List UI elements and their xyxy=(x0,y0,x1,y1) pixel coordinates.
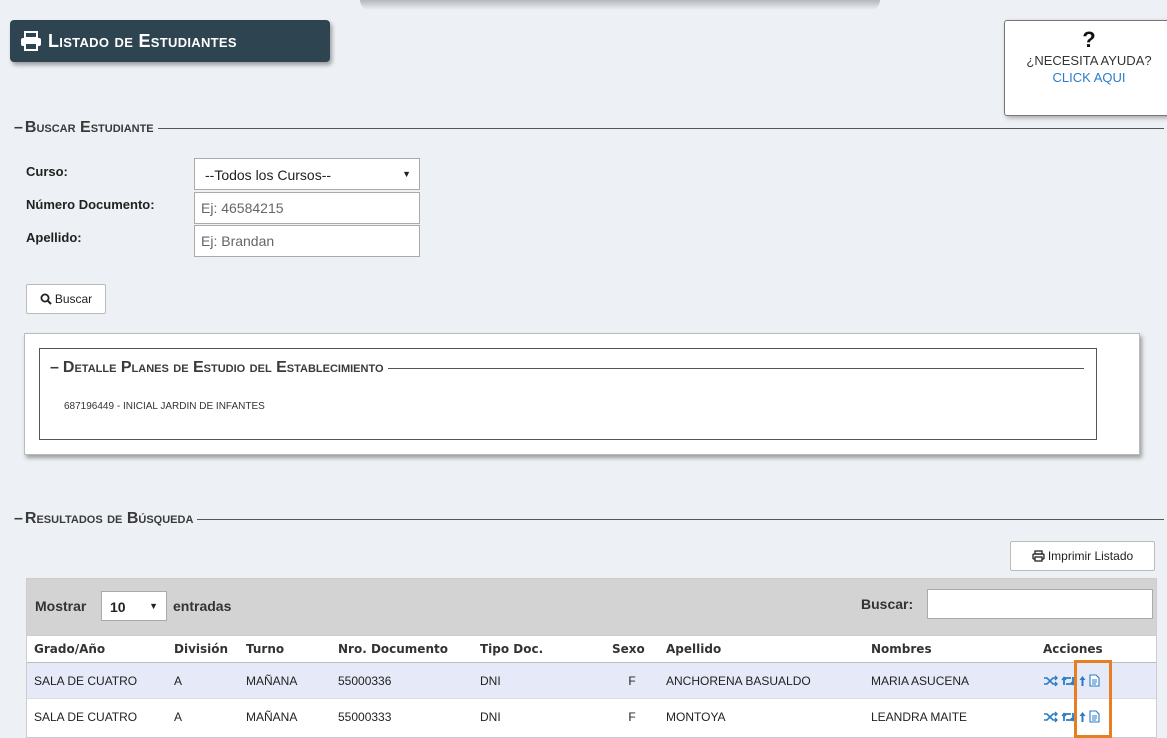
col-header-grado[interactable]: Grado/Año xyxy=(27,636,167,663)
document-icon[interactable] xyxy=(1089,710,1100,723)
cell-tipo: DNI xyxy=(473,698,605,734)
retweet-icon[interactable] xyxy=(1061,675,1076,687)
col-header-documento[interactable]: Nro. Documento xyxy=(331,636,473,663)
cell-grado: SALA DE CUATRO xyxy=(27,662,167,699)
help-question-icon: ? xyxy=(1082,27,1096,52)
cell-documento: 55000333 xyxy=(331,698,473,734)
col-header-apellido[interactable]: Apellido xyxy=(659,636,864,663)
plans-panel: – Detalle Planes de Estudio del Estableci… xyxy=(24,333,1140,455)
cell-turno: MAÑANA xyxy=(239,698,331,734)
documento-input[interactable] xyxy=(194,192,420,224)
cell-grado: SALA DE CUATRO xyxy=(27,698,167,734)
printer-icon xyxy=(20,31,42,51)
cell-division: A xyxy=(167,698,239,734)
plan-item: 687196449 - INICIAL JARDIN DE INFANTES xyxy=(64,401,265,412)
page-title-badge: Listado de Estudiantes xyxy=(10,20,330,62)
col-header-turno[interactable]: Turno xyxy=(239,636,331,663)
col-header-nombres[interactable]: Nombres xyxy=(864,636,1036,663)
arrow-up-icon[interactable] xyxy=(1079,711,1086,723)
col-header-sexo[interactable]: Sexo xyxy=(605,636,659,663)
printer-icon xyxy=(1032,550,1045,562)
top-shadow xyxy=(360,0,880,10)
entries-label: entradas xyxy=(173,598,232,614)
plans-fieldset: – Detalle Planes de Estudio del Estableci… xyxy=(39,348,1097,440)
table-search-input[interactable] xyxy=(927,589,1153,619)
cell-tipo: DNI xyxy=(473,662,605,699)
curso-select[interactable]: --Todos los Cursos-- ▼ xyxy=(194,158,420,190)
results-table-panel: Mostrar 10 ▼ entradas Buscar: Grado/Año D… xyxy=(26,578,1157,738)
apellido-label: Apellido: xyxy=(26,230,82,245)
cell-acciones xyxy=(1036,662,1156,699)
retweet-icon[interactable] xyxy=(1061,711,1076,723)
cell-division: A xyxy=(167,662,239,699)
cell-nombres: MARIA ASUCENA xyxy=(864,662,1036,699)
table-row: SALA DE CUATRO A MAÑANA 55000336 DNI F A… xyxy=(27,662,1156,699)
results-section-title: – Resultados de Búsqueda xyxy=(14,509,1164,529)
document-icon[interactable] xyxy=(1089,674,1100,687)
cell-nombres: LEANDRA MAITE xyxy=(864,698,1036,734)
chevron-down-icon: ▼ xyxy=(149,601,158,611)
cell-apellido: MONTOYA xyxy=(659,698,864,734)
results-table: Grado/Año División Turno Nro. Documento … xyxy=(27,636,1156,734)
help-box[interactable]: ? ¿NECESITA AYUDA? CLICK AQUI xyxy=(1004,20,1167,116)
page-length-select[interactable]: 10 ▼ xyxy=(101,591,167,621)
plans-title: – Detalle Planes de Estudio del Estableci… xyxy=(50,359,1084,377)
cell-turno: MAÑANA xyxy=(239,662,331,699)
arrow-up-icon[interactable] xyxy=(1079,675,1086,687)
apellido-input[interactable] xyxy=(194,225,420,257)
print-list-button[interactable]: Imprimir Listado xyxy=(1010,541,1155,571)
table-header-row: Grado/Año División Turno Nro. Documento … xyxy=(27,636,1156,663)
page-title: Listado de Estudiantes xyxy=(48,30,237,51)
col-header-tipo[interactable]: Tipo Doc. xyxy=(473,636,605,663)
search-icon xyxy=(40,293,52,305)
col-header-acciones: Acciones xyxy=(1036,636,1156,663)
table-row: SALA DE CUATRO A MAÑANA 55000333 DNI F M… xyxy=(27,698,1156,734)
curso-label: Curso: xyxy=(26,164,68,179)
cell-acciones xyxy=(1036,698,1156,734)
shuffle-icon[interactable] xyxy=(1043,675,1058,687)
cell-documento: 55000336 xyxy=(331,662,473,699)
show-label: Mostrar xyxy=(35,598,87,614)
table-toolbar: Mostrar 10 ▼ entradas Buscar: xyxy=(27,579,1156,636)
cell-sexo: F xyxy=(605,662,659,699)
help-link[interactable]: CLICK AQUI xyxy=(1005,70,1167,85)
buscar-button[interactable]: Buscar xyxy=(26,284,106,314)
cell-apellido: ANCHORENA BASUALDO xyxy=(659,662,864,699)
shuffle-icon[interactable] xyxy=(1043,711,1058,723)
cell-sexo: F xyxy=(605,698,659,734)
documento-label: Número Documento: xyxy=(26,197,155,212)
chevron-down-icon: ▼ xyxy=(402,169,411,179)
col-header-division[interactable]: División xyxy=(167,636,239,663)
search-section-title: – Buscar Estudiante xyxy=(14,118,1164,138)
table-search-label: Buscar: xyxy=(861,596,914,612)
help-text: ¿NECESITA AYUDA? xyxy=(1026,53,1152,68)
